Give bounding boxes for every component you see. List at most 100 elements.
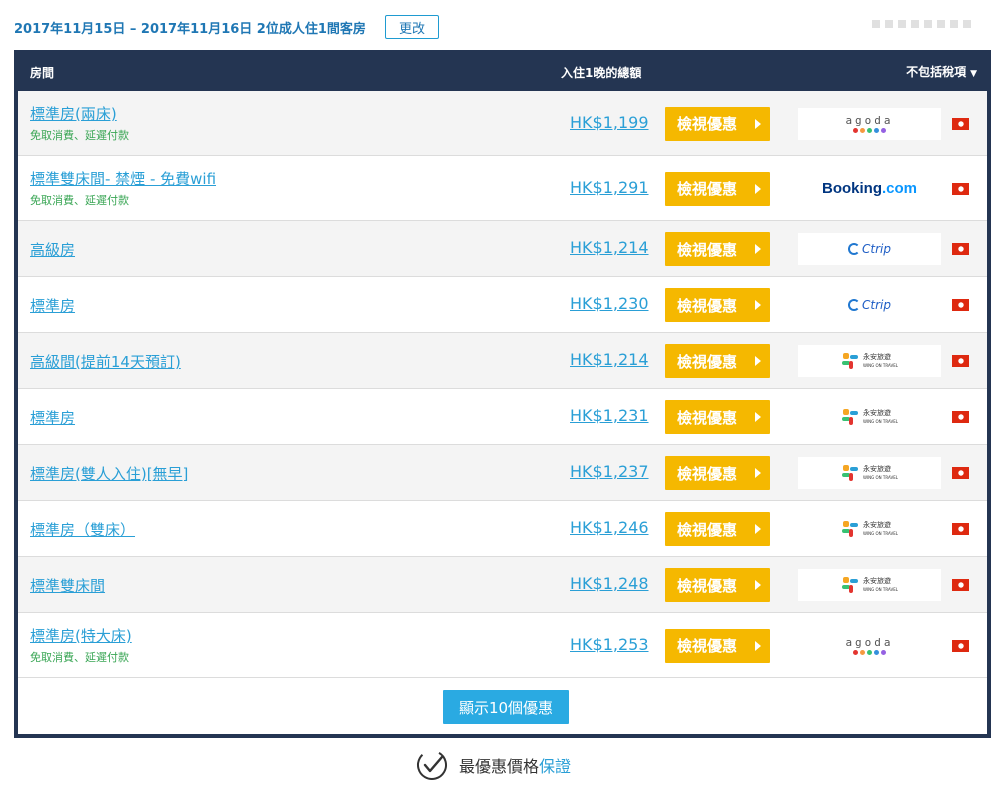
tax-dropdown[interactable]: 不包括稅項 ▼ <box>906 63 977 80</box>
provider-logo-wingon[interactable]: 永安旅遊 WING ON TRAVEL <box>798 345 941 377</box>
room-note: 免取消費、延遲付款 <box>30 651 129 664</box>
wingon-mark-icon <box>841 408 859 426</box>
provider-logo-booking[interactable]: Booking.com <box>798 172 941 205</box>
wingon-logo: 永安旅遊 WING ON TRAVEL <box>841 520 898 538</box>
view-deal-button[interactable]: 檢視優惠 <box>665 400 770 434</box>
dot <box>911 20 919 28</box>
wingon-mark-icon <box>841 576 859 594</box>
show-more-deals-button[interactable]: 顯示10個優惠 <box>443 690 569 724</box>
view-deal-label: 檢視優惠 <box>677 637 738 655</box>
view-deal-button[interactable]: 檢視優惠 <box>665 288 770 322</box>
deal-row: 高級房 HK$1,214 檢視優惠 Ctrip <box>18 221 987 277</box>
room-name-link[interactable]: 標準房(特大床) <box>30 625 132 646</box>
agoda-text: agoda <box>845 113 894 127</box>
wingon-logo: 永安旅遊 WING ON TRAVEL <box>841 576 898 594</box>
arrow-right-icon <box>755 524 761 534</box>
arrow-right-icon <box>755 580 761 590</box>
price-link[interactable]: HK$1,253 <box>570 635 649 654</box>
ctrip-text: Ctrip <box>862 298 891 312</box>
view-deal-button[interactable]: 檢視優惠 <box>665 171 770 206</box>
price-link[interactable]: HK$1,231 <box>570 406 649 425</box>
wingon-en-text: WING ON TRAVEL <box>863 587 898 592</box>
price-link[interactable]: HK$1,214 <box>570 350 649 369</box>
booking-text: Booking <box>821 180 882 197</box>
provider-logo-agoda[interactable]: agoda <box>798 629 941 662</box>
view-deal-label: 檢視優惠 <box>677 240 738 259</box>
tax-dropdown-label: 不包括稅項 <box>906 65 967 79</box>
price-link[interactable]: HK$1,214 <box>570 238 649 257</box>
price-link[interactable]: HK$1,291 <box>570 178 649 197</box>
arrow-right-icon <box>755 183 761 194</box>
price-link[interactable]: HK$1,199 <box>570 113 649 132</box>
deal-row: 標準房(兩床) 免取消費、延遲付款 HK$1,199 檢視優惠 agoda <box>18 91 987 156</box>
room-name-link[interactable]: 標準房 <box>30 295 75 316</box>
provider-logo-wingon[interactable]: 永安旅遊 WING ON TRAVEL <box>798 569 941 601</box>
pagination-dots <box>872 20 971 28</box>
provider-logo-ctrip[interactable]: Ctrip <box>798 233 941 265</box>
booking-suffix: .com <box>881 180 917 197</box>
caret-down-icon: ▼ <box>970 69 977 79</box>
view-deal-button[interactable]: 檢視優惠 <box>665 628 770 663</box>
hong-kong-flag-icon <box>952 117 969 130</box>
provider-logo-agoda[interactable]: agoda <box>798 107 941 140</box>
deal-row: 標準房 HK$1,230 檢視優惠 Ctrip <box>18 277 987 333</box>
price-link[interactable]: HK$1,246 <box>570 518 649 537</box>
hong-kong-flag-icon <box>952 411 969 423</box>
room-name-link[interactable]: 標準房 <box>30 407 75 428</box>
arrow-right-icon <box>755 412 761 422</box>
arrow-right-icon <box>755 640 761 651</box>
arrow-right-icon <box>755 356 761 366</box>
agoda-dots <box>853 649 886 655</box>
view-deal-button[interactable]: 檢視優惠 <box>665 344 770 378</box>
hong-kong-flag-icon <box>952 639 969 652</box>
header-room: 房間 <box>30 66 55 80</box>
room-name-link[interactable]: 標準房(兩床) <box>30 103 117 124</box>
provider-logo-wingon[interactable]: 永安旅遊 WING ON TRAVEL <box>798 457 941 489</box>
hong-kong-flag-icon <box>952 467 969 479</box>
price-guarantee: 最優惠價格保證 <box>415 748 571 782</box>
search-summary-text: 2017年11月15日 – 2017年11月16日 2位成人住1間客房 <box>14 22 366 37</box>
view-deal-button[interactable]: 檢視優惠 <box>665 512 770 546</box>
agoda-logo: agoda <box>845 115 893 133</box>
room-name-link[interactable]: 標準雙床間- 禁煙 - 免費wifi <box>30 168 216 189</box>
room-name-link[interactable]: 標準房（雙床） <box>30 519 135 540</box>
deal-row: 高級間(提前14天預訂) HK$1,214 檢視優惠 永安旅遊 WING ON TRAV… <box>18 333 987 389</box>
arrow-right-icon <box>755 300 761 310</box>
price-link[interactable]: HK$1,237 <box>570 462 649 481</box>
guarantee-link[interactable]: 保證 <box>539 757 571 776</box>
price-link[interactable]: HK$1,248 <box>570 574 649 593</box>
deal-row: 標準房（雙床） HK$1,246 檢視優惠 永安旅遊 WING ON TRAVEL <box>18 501 987 557</box>
wingon-cn-text: 永安旅遊 <box>863 408 892 417</box>
room-name-link[interactable]: 標準房(雙人入住)[無早] <box>30 463 188 484</box>
wingon-cn-text: 永安旅遊 <box>863 520 892 529</box>
view-deal-button[interactable]: 檢視優惠 <box>665 232 770 266</box>
dot <box>937 20 945 28</box>
deal-row: 標準房(雙人入住)[無早] HK$1,237 檢視優惠 永安旅遊 WING ON TRA… <box>18 445 987 501</box>
view-deal-button[interactable]: 檢視優惠 <box>665 456 770 490</box>
wingon-logo: 永安旅遊 WING ON TRAVEL <box>841 352 898 370</box>
deal-row: 標準房 HK$1,231 檢視優惠 永安旅遊 WING ON TRAVEL <box>18 389 987 445</box>
room-name-link[interactable]: 高級房 <box>30 239 75 260</box>
change-search-button[interactable]: 更改 <box>385 15 439 39</box>
ctrip-text: Ctrip <box>862 242 891 256</box>
view-deal-button[interactable]: 檢視優惠 <box>665 106 770 141</box>
arrow-right-icon <box>755 118 761 129</box>
wingon-mark-icon <box>841 352 859 370</box>
dot <box>924 20 932 28</box>
hong-kong-flag-icon <box>952 355 969 367</box>
room-name-link[interactable]: 高級間(提前14天預訂) <box>30 351 181 372</box>
view-deal-label: 檢視優惠 <box>677 408 738 427</box>
view-deal-button[interactable]: 檢視優惠 <box>665 568 770 602</box>
price-link[interactable]: HK$1,230 <box>570 294 649 313</box>
view-deal-label: 檢視優惠 <box>677 115 738 133</box>
wingon-en-text: WING ON TRAVEL <box>863 419 898 424</box>
dot <box>950 20 958 28</box>
hong-kong-flag-icon <box>952 523 969 535</box>
room-name-link[interactable]: 標準雙床間 <box>30 575 105 596</box>
agoda-dots <box>853 127 886 133</box>
provider-logo-ctrip[interactable]: Ctrip <box>798 289 941 321</box>
provider-logo-wingon[interactable]: 永安旅遊 WING ON TRAVEL <box>798 513 941 545</box>
header-price: 入住1晚的總額 <box>561 66 642 80</box>
provider-logo-wingon[interactable]: 永安旅遊 WING ON TRAVEL <box>798 401 941 433</box>
search-summary-bar: 2017年11月15日 – 2017年11月16日 2位成人住1間客房 更改 <box>0 0 1000 50</box>
